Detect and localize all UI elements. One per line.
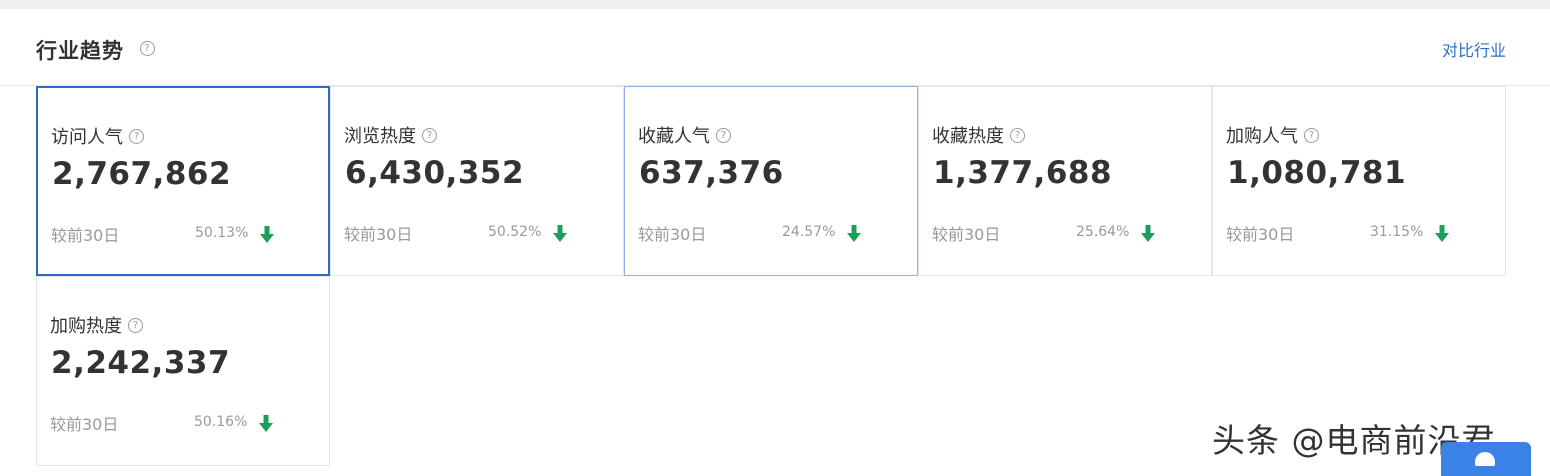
section-title-text: 行业趋势 [36, 39, 124, 63]
arrow-down-icon [553, 225, 567, 242]
metric-label: 加购人气? [1226, 122, 1319, 148]
question-circle-icon[interactable]: ? [1010, 128, 1025, 143]
question-circle-icon[interactable]: ? [716, 128, 731, 143]
metric-label-text: 收藏人气 [638, 126, 710, 147]
metric-card-favorite-popularity[interactable]: 收藏人气? 637,376 较前30日 24.57% [624, 86, 918, 276]
metric-card-visit-popularity[interactable]: 访问人气? 2,767,862 较前30日 50.13% [36, 86, 330, 276]
metric-label-text: 加购热度 [50, 316, 122, 337]
metric-card-add-to-cart-heat[interactable]: 加购热度? 2,242,337 较前30日 50.16% [36, 276, 330, 466]
metric-label-text: 访问人气 [51, 127, 123, 148]
compare-industry-link[interactable]: 对比行业 [1442, 37, 1506, 61]
compare-period-label: 较前30日 [638, 225, 707, 244]
metric-label: 收藏人气? [638, 122, 731, 148]
metric-label-text: 浏览热度 [344, 126, 416, 147]
metric-value: 1,377,688 [933, 155, 1113, 191]
metric-value: 2,242,337 [51, 345, 231, 381]
metric-value: 6,430,352 [345, 155, 525, 191]
metric-label: 浏览热度? [344, 122, 437, 148]
question-circle-icon[interactable]: ? [1304, 128, 1319, 143]
metric-label: 加购热度? [50, 312, 143, 338]
question-circle-icon[interactable]: ? [140, 41, 155, 56]
compare-period-label: 较前30日 [50, 415, 119, 434]
compare-period-label: 较前30日 [51, 226, 120, 245]
metric-card-add-to-cart-popularity[interactable]: 加购人气? 1,080,781 较前30日 31.15% [1212, 86, 1506, 276]
section-title: 行业趋势 ? [36, 35, 155, 65]
metric-cards-grid: 访问人气? 2,767,862 较前30日 50.13% 浏览热度? 6,430… [36, 86, 1506, 466]
change-percent: 50.52% [488, 224, 542, 240]
change-percent: 25.64% [1076, 224, 1130, 240]
arrow-down-icon [1141, 225, 1155, 242]
metric-label-text: 加购人气 [1226, 126, 1298, 147]
metric-value: 637,376 [639, 155, 784, 191]
top-strip [0, 0, 1550, 9]
arrow-down-icon [260, 226, 274, 243]
metric-value: 2,767,862 [52, 156, 232, 192]
change-percent: 50.13% [195, 225, 249, 241]
metric-label-text: 收藏热度 [932, 126, 1004, 147]
change-percent: 31.15% [1370, 224, 1424, 240]
arrow-down-icon [847, 225, 861, 242]
change-percent: 50.16% [194, 414, 248, 430]
change-percent: 24.57% [782, 224, 836, 240]
arrow-down-icon [259, 415, 273, 432]
question-circle-icon[interactable]: ? [422, 128, 437, 143]
metric-card-favorite-heat[interactable]: 收藏热度? 1,377,688 较前30日 25.64% [918, 86, 1212, 276]
floating-service-button[interactable] [1441, 442, 1531, 476]
metric-value: 1,080,781 [1227, 155, 1407, 191]
arrow-down-icon [1435, 225, 1449, 242]
metric-label: 收藏热度? [932, 122, 1025, 148]
compare-period-label: 较前30日 [344, 225, 413, 244]
question-circle-icon[interactable]: ? [128, 318, 143, 333]
support-icon [1475, 452, 1495, 466]
metric-card-browse-heat[interactable]: 浏览热度? 6,430,352 较前30日 50.52% [330, 86, 624, 276]
section-header: 行业趋势 ? 对比行业 [0, 9, 1550, 86]
compare-period-label: 较前30日 [1226, 225, 1295, 244]
compare-period-label: 较前30日 [932, 225, 1001, 244]
question-circle-icon[interactable]: ? [129, 129, 144, 144]
metric-label: 访问人气? [51, 123, 144, 149]
